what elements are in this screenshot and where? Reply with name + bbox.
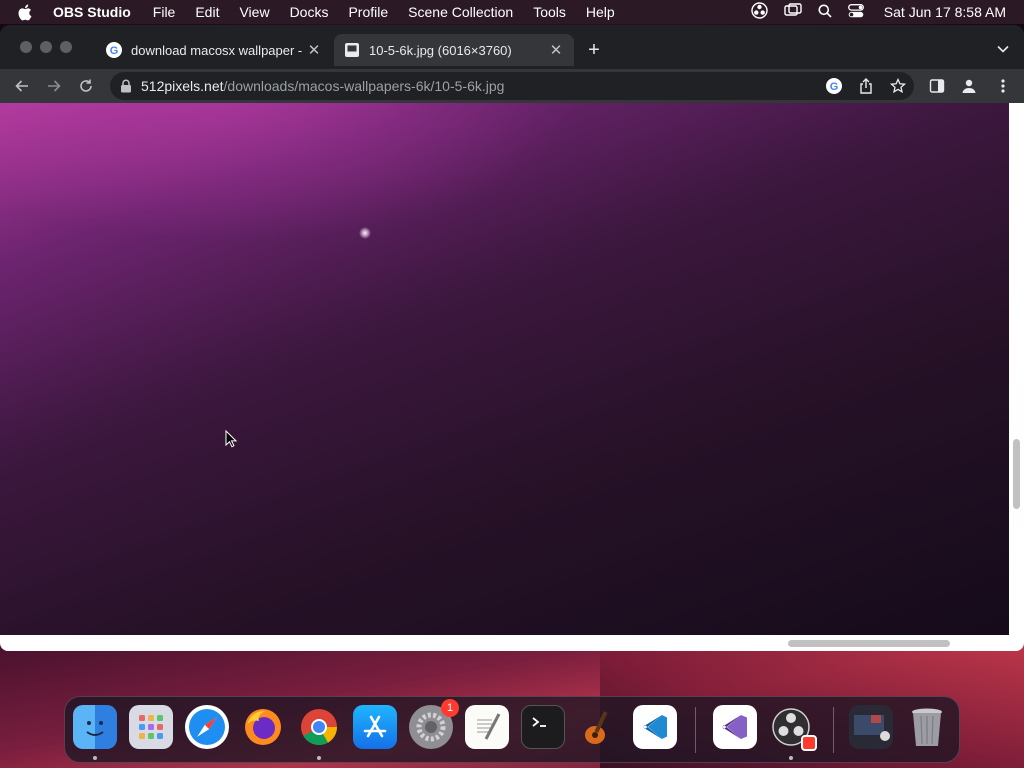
dock-chrome-icon[interactable] [297, 705, 341, 749]
google-lens-icon[interactable]: G [825, 77, 843, 95]
recording-indicator-icon [801, 735, 817, 751]
screen-mirroring-icon[interactable] [784, 3, 802, 21]
more-menu-icon[interactable] [994, 77, 1012, 95]
dock-screenshot-icon[interactable] [849, 705, 893, 749]
tab-google-search[interactable]: G download macosx wallpaper - ✕ [96, 34, 332, 66]
dock-running-indicator [317, 756, 321, 760]
tab-title: download macosx wallpaper - [131, 42, 303, 58]
profile-avatar-icon[interactable] [960, 77, 978, 95]
dock-launchpad-icon[interactable] [129, 705, 173, 749]
menu-scene-collection[interactable]: Scene Collection [408, 4, 513, 20]
menu-bar-clock[interactable]: Sat Jun 17 8:58 AM [884, 4, 1006, 20]
menu-view[interactable]: View [239, 4, 269, 20]
dock-running-indicator [789, 756, 793, 760]
menu-edit[interactable]: Edit [195, 4, 219, 20]
forward-arrow-icon[interactable] [44, 76, 64, 96]
menu-help[interactable]: Help [586, 4, 615, 20]
vertical-scrollbar[interactable] [1009, 103, 1024, 635]
window-zoom-button[interactable] [60, 41, 72, 53]
browser-window: G download macosx wallpaper - ✕ 10-5-6k.… [0, 25, 1024, 651]
apple-menu-icon[interactable] [17, 4, 39, 21]
dock-textedit-icon[interactable] [465, 705, 509, 749]
mouse-cursor-icon [225, 429, 238, 448]
bookmark-star-icon[interactable] [889, 77, 907, 95]
menu-bar: OBS Studio File Edit View Docks Profile … [0, 0, 1024, 24]
side-panel-icon[interactable] [928, 77, 946, 95]
dock-safari-icon[interactable] [185, 705, 229, 749]
dock-terminal-icon[interactable] [521, 705, 565, 749]
tab-search-chevron-icon[interactable] [996, 42, 1010, 56]
control-center-icon[interactable] [847, 3, 864, 21]
dock-running-indicator [93, 756, 97, 760]
spotlight-search-icon[interactable] [818, 4, 832, 21]
tab-image[interactable]: 10-5-6k.jpg (6016×3760) ✕ [334, 34, 574, 66]
dock-visual-studio-icon[interactable] [713, 705, 757, 749]
tab-close-icon[interactable]: ✕ [548, 42, 564, 59]
svg-text:G: G [830, 81, 839, 93]
tab-title: 10-5-6k.jpg (6016×3760) [369, 42, 512, 58]
notification-badge: 1 [441, 699, 459, 717]
menu-docks[interactable]: Docks [290, 4, 329, 20]
new-tab-button[interactable]: + [584, 40, 604, 60]
image-viewport [0, 103, 1009, 635]
window-close-button[interactable] [20, 41, 32, 53]
image-favicon-icon [344, 42, 360, 58]
reload-icon[interactable] [76, 76, 96, 96]
browser-toolbar: 512pixels.net/downloads/macos-wallpapers… [0, 69, 1024, 103]
tab-strip: G download macosx wallpaper - ✕ 10-5-6k.… [0, 25, 1024, 69]
dock-firefox-icon[interactable] [241, 705, 285, 749]
url-path: /downloads/macos-wallpapers-6k/10-5-6k.j… [223, 78, 505, 94]
dock: 1 [64, 696, 960, 763]
tab-close-icon[interactable]: ✕ [306, 42, 322, 59]
dock-finder-icon[interactable] [73, 705, 117, 749]
menu-profile[interactable]: Profile [348, 4, 388, 20]
dock-separator [833, 707, 834, 753]
dock-garageband-icon[interactable] [577, 705, 621, 749]
horizontal-scrollbar[interactable] [0, 635, 1024, 651]
svg-text:G: G [110, 45, 119, 57]
menu-tools[interactable]: Tools [533, 4, 566, 20]
address-bar[interactable]: 512pixels.net/downloads/macos-wallpapers… [110, 72, 914, 100]
wallpaper-image [0, 103, 580, 243]
menu-app-name[interactable]: OBS Studio [53, 4, 131, 20]
window-minimize-button[interactable] [40, 41, 52, 53]
url-host: 512pixels.net [141, 78, 224, 94]
vertical-scrollbar-thumb[interactable] [1013, 439, 1020, 509]
menu-file[interactable]: File [153, 4, 176, 20]
dock-system-settings-icon[interactable]: 1 [409, 699, 459, 749]
google-favicon-icon: G [106, 42, 122, 58]
dock-vscode-icon[interactable] [633, 705, 677, 749]
share-icon[interactable] [857, 77, 875, 95]
lock-icon[interactable] [120, 79, 132, 93]
back-arrow-icon[interactable] [12, 76, 32, 96]
dock-app-store-icon[interactable] [353, 705, 397, 749]
dock-obs-studio-icon[interactable] [769, 705, 817, 751]
obs-status-icon[interactable] [751, 2, 768, 22]
horizontal-scrollbar-thumb[interactable] [788, 640, 950, 647]
dock-separator [695, 707, 696, 753]
dock-trash-icon[interactable] [905, 705, 949, 749]
